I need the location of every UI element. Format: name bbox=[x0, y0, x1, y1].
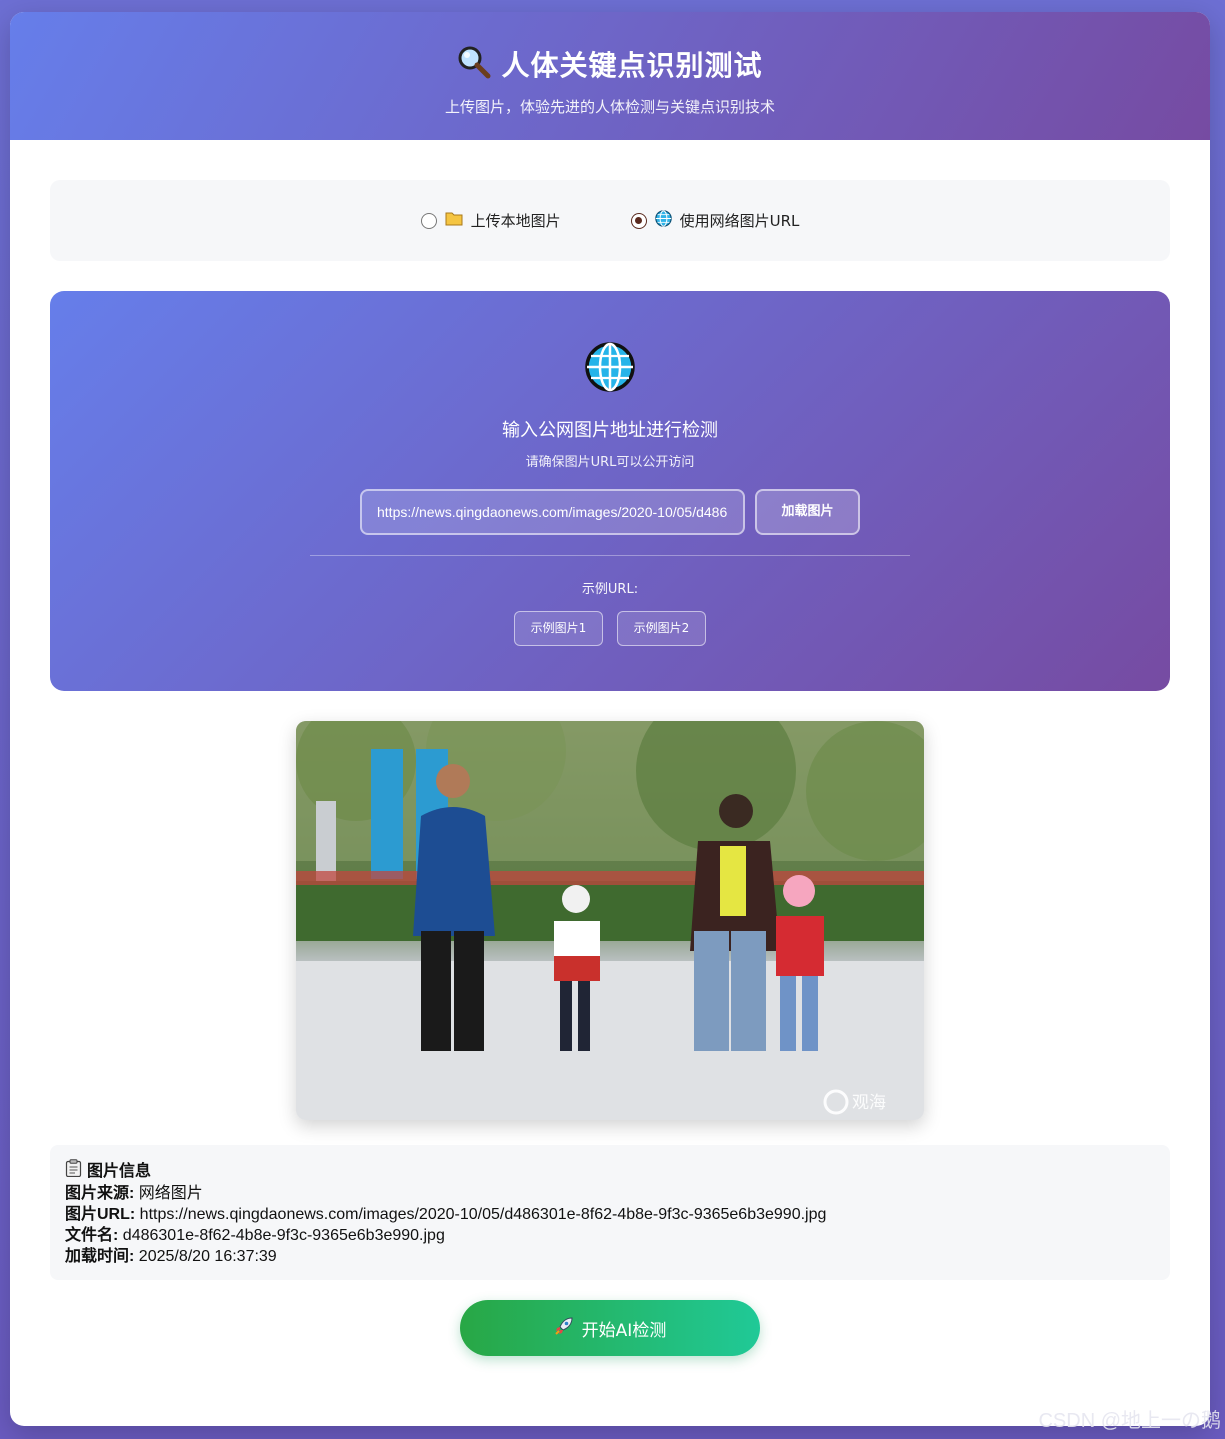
page-title-text: 人体关键点识别测试 bbox=[501, 49, 763, 82]
image-preview: 观海 bbox=[296, 721, 924, 1120]
image-filename-label: 文件名: bbox=[65, 1227, 119, 1244]
page-title: 人体关键点识别测试 bbox=[10, 44, 1210, 84]
magnifier-icon bbox=[457, 45, 491, 83]
image-filename-value: d486301e-8f62-4b8e-9f3c-9365e6b3e990.jpg bbox=[122, 1227, 445, 1244]
url-panel-divider bbox=[310, 555, 910, 556]
page-header: 人体关键点识别测试 上传图片，体验先进的人体检测与关键点识别技术 bbox=[10, 12, 1210, 140]
image-url-input[interactable]: https://news.qingdaonews.com/images/2020… bbox=[360, 489, 745, 535]
image-source-row: 图片来源: 网络图片 bbox=[65, 1183, 1155, 1204]
url-panel-title: 输入公网图片地址进行检测 bbox=[502, 420, 718, 441]
image-load-time-value: 2025/8/20 16:37:39 bbox=[138, 1248, 277, 1265]
local-upload-radio[interactable] bbox=[420, 212, 437, 229]
image-info-title-text: 图片信息 bbox=[87, 1162, 152, 1180]
mode-option-local-label: 上传本地图片 bbox=[470, 212, 561, 230]
image-url-label: 图片URL: bbox=[65, 1206, 136, 1223]
example-image-1-button[interactable]: 示例图片1 bbox=[514, 611, 603, 646]
watermark-text: 观海 bbox=[852, 1093, 886, 1113]
image-source-label: 图片来源: bbox=[65, 1185, 135, 1202]
image-url-row: 图片URL: https://news.qingdaonews.com/imag… bbox=[65, 1204, 1155, 1225]
url-mode-radio[interactable] bbox=[630, 212, 647, 229]
image-info-panel: 图片信息 图片来源: 网络图片 图片URL: https://news.qing… bbox=[50, 1145, 1170, 1280]
image-filename-row: 文件名: d486301e-8f62-4b8e-9f3c-9365e6b3e99… bbox=[65, 1225, 1155, 1246]
input-mode-selector: 上传本地图片 使用网络图片URL bbox=[50, 180, 1170, 261]
example-image-2-button[interactable]: 示例图片2 bbox=[617, 611, 706, 646]
image-load-time-row: 加载时间: 2025/8/20 16:37:39 bbox=[65, 1246, 1155, 1267]
clipboard-icon bbox=[65, 1159, 82, 1183]
rocket-icon bbox=[554, 1316, 574, 1341]
example-url-label: 示例URL: bbox=[581, 582, 639, 597]
mode-option-url[interactable]: 使用网络图片URL bbox=[630, 210, 800, 231]
start-detection-label: 开始AI检测 bbox=[581, 1320, 667, 1341]
url-input-panel: 输入公网图片地址进行检测 请确保图片URL可以公开访问 https://news… bbox=[50, 291, 1170, 691]
image-info-title: 图片信息 bbox=[65, 1159, 1155, 1183]
mode-option-local[interactable]: 上传本地图片 bbox=[420, 210, 561, 231]
image-url-value: https://news.qingdaonews.com/images/2020… bbox=[139, 1206, 827, 1223]
load-image-button[interactable]: 加载图片 bbox=[755, 489, 860, 535]
csdn-watermark: CSDN @地上一の鹅 bbox=[1038, 1410, 1221, 1432]
image-source-value: 网络图片 bbox=[138, 1185, 203, 1202]
mode-option-url-label: 使用网络图片URL bbox=[679, 212, 800, 230]
globe-icon bbox=[654, 210, 672, 231]
main-card: 人体关键点识别测试 上传图片，体验先进的人体检测与关键点识别技术 上传本地图片 bbox=[10, 12, 1210, 1426]
url-panel-hint: 请确保图片URL可以公开访问 bbox=[525, 455, 695, 470]
start-detection-button[interactable]: 开始AI检测 bbox=[460, 1300, 760, 1356]
page-subtitle: 上传图片，体验先进的人体检测与关键点识别技术 bbox=[444, 98, 775, 116]
folder-icon bbox=[445, 211, 463, 230]
image-load-time-label: 加载时间: bbox=[65, 1248, 135, 1265]
globe-icon bbox=[584, 341, 636, 393]
